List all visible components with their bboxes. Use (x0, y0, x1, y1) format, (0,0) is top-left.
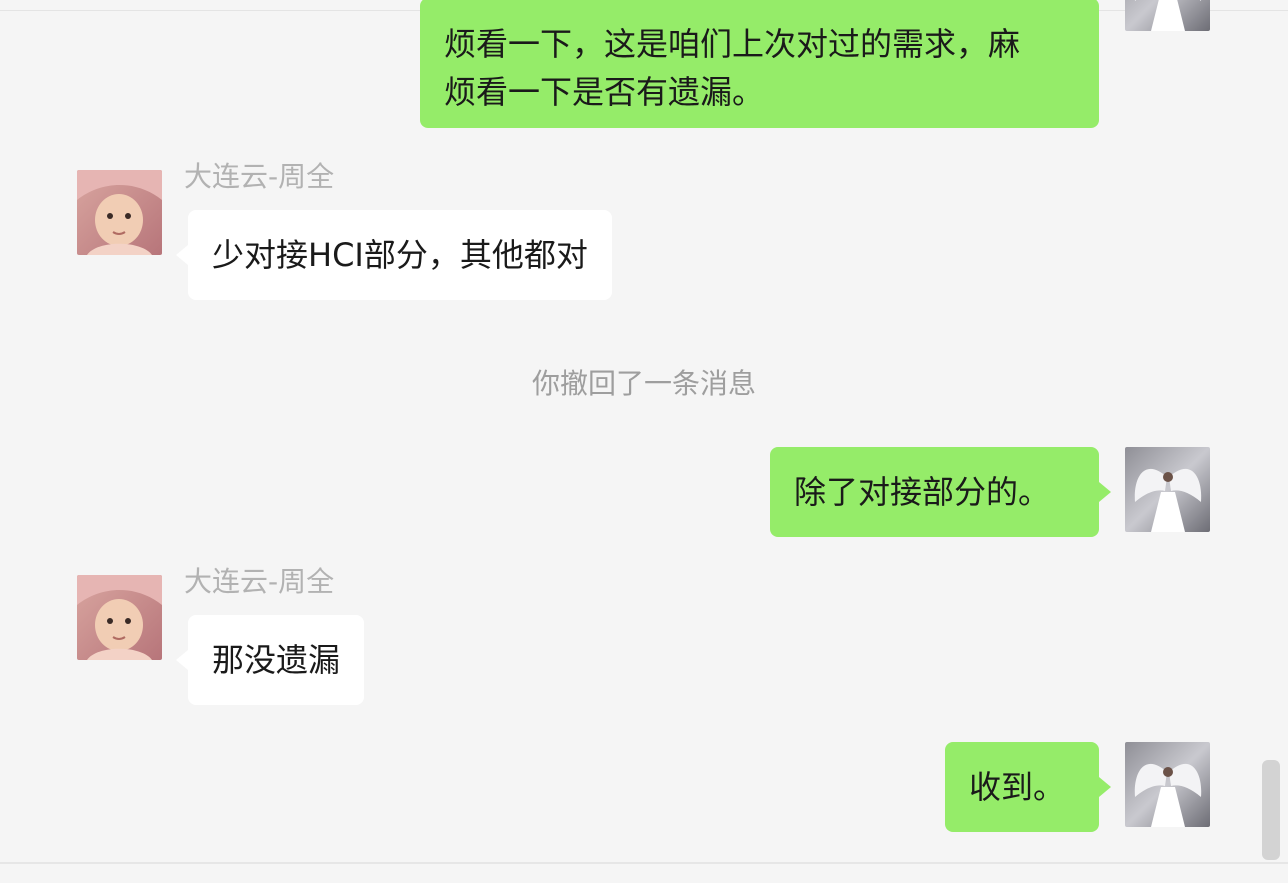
child-avatar-icon (77, 170, 162, 255)
received-message-bubble[interactable]: 少对接HCI部分，其他都对 (176, 210, 612, 300)
message-text: 收到。 (969, 768, 1066, 806)
message-text-line: 烦看一下是否有遗漏。 (444, 73, 765, 111)
bubble-tail (176, 245, 188, 265)
my-avatar[interactable] (1125, 447, 1210, 532)
contact-avatar[interactable] (77, 170, 162, 255)
received-message-bubble[interactable]: 那没遗漏 (176, 615, 365, 705)
sender-name: 大连云-周全 (184, 160, 335, 193)
sent-message-bubble[interactable]: 烦看一下，这是咱们上次对过的需求，麻 烦看一下是否有遗漏。 (420, 0, 1099, 128)
scrollbar-thumb[interactable] (1262, 760, 1280, 860)
recalled-message-notice: 你撤回了一条消息 (531, 367, 756, 400)
my-avatar[interactable] (1125, 0, 1210, 31)
bubble-tail (176, 650, 188, 670)
bubble-tail (1099, 777, 1111, 797)
bubble-tail (1099, 482, 1111, 502)
message-text: 除了对接部分的。 (794, 473, 1051, 511)
angel-avatar-icon (1125, 447, 1210, 532)
my-avatar[interactable] (1125, 742, 1210, 827)
sender-name: 大连云-周全 (184, 565, 335, 598)
angel-avatar-icon (1125, 742, 1210, 827)
sent-message-bubble[interactable]: 收到。 (945, 742, 1111, 832)
message-text: 少对接HCI部分，其他都对 (212, 236, 588, 274)
message-text-line: 烦看一下，这是咱们上次对过的需求，麻 (444, 25, 1021, 63)
angel-avatar-icon (1125, 0, 1210, 31)
sent-message-bubble[interactable]: 除了对接部分的。 (770, 447, 1111, 537)
chat-message-list[interactable]: 烦看一下，这是咱们上次对过的需求，麻 烦看一下是否有遗漏。 大连云-周全 少对接… (0, 0, 1288, 862)
message-text: 那没遗漏 (212, 641, 341, 679)
contact-avatar[interactable] (77, 575, 162, 660)
message-input-area[interactable] (0, 864, 1288, 883)
child-avatar-icon (77, 575, 162, 660)
